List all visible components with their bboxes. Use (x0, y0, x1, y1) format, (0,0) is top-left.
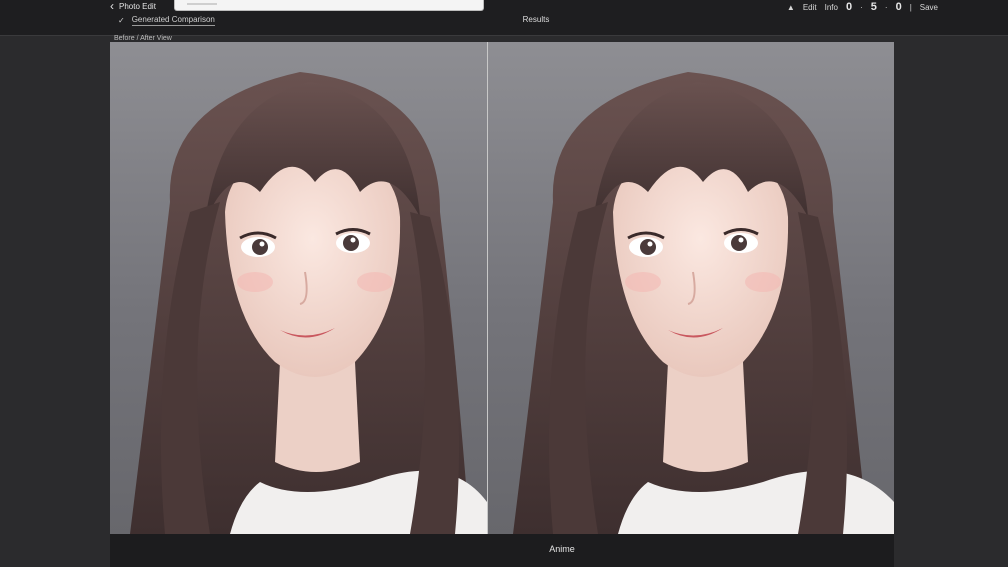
portrait-image (130, 72, 487, 534)
dot-icon: · (884, 2, 888, 12)
breadcrumb: Before / After View (114, 35, 172, 42)
image-caption: Anime (549, 544, 575, 554)
top-bar: ‹ Photo Edit ✓ Generated Comparison Resu… (0, 0, 1008, 36)
caption-bar: Anime (110, 534, 894, 567)
tool-counter-b[interactable]: 5 (871, 1, 877, 13)
tool-save[interactable]: Save (920, 3, 938, 12)
search-input[interactable] (174, 0, 484, 11)
dot-icon: · (860, 2, 863, 12)
separator-icon: | (909, 2, 912, 12)
tool-edit[interactable]: Edit (803, 3, 817, 12)
original-image-panel[interactable] (110, 42, 488, 534)
toolbar-right: ▲ Edit Info 0 · 5 · 0 | Save (787, 1, 938, 13)
subtitle-label: Generated Comparison (131, 15, 215, 26)
page-title: Results (522, 15, 550, 24)
portrait-image (513, 72, 894, 534)
tool-info[interactable]: Info (825, 3, 838, 12)
image-viewer (110, 42, 894, 534)
back-label: Photo Edit (119, 1, 156, 11)
result-image-panel[interactable] (488, 42, 894, 534)
back-button[interactable]: ‹ Photo Edit (110, 0, 156, 12)
check-mark-icon: ✓ (118, 16, 125, 25)
subtitle-row[interactable]: ✓ Generated Comparison (118, 15, 215, 26)
tool-counter-a[interactable]: 0 (846, 1, 852, 13)
chevron-left-icon: ‹ (110, 0, 114, 13)
tool-counter-c[interactable]: 0 (896, 1, 902, 13)
warning-icon[interactable]: ▲ (787, 3, 795, 12)
